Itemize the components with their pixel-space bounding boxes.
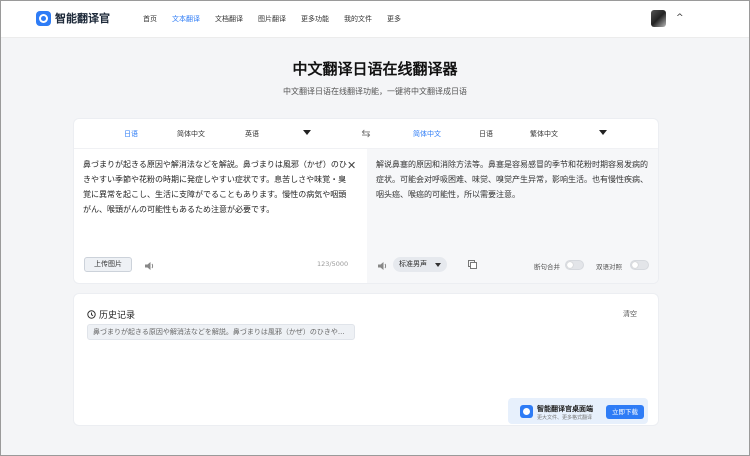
app-logo-icon	[520, 405, 533, 418]
upload-image-button[interactable]: 上传图片	[84, 257, 132, 272]
source-lang-dropdown-icon[interactable]	[303, 130, 311, 135]
translator-card: 日语 简体中文 英语 ⇆ 简体中文 日语 繁体中文 鼻づまりが起きる原因や解消法…	[73, 118, 659, 284]
page-subtitle: 中文翻译日语在线翻译功能，一键将中文翻译成日语	[283, 87, 467, 96]
language-bar: 日语 简体中文 英语 ⇆ 简体中文 日语 繁体中文	[74, 119, 658, 149]
avatar[interactable]	[651, 10, 666, 27]
page-title: 中文翻译日语在线翻译器	[292, 60, 458, 78]
clear-history-button[interactable]: 清空	[623, 309, 637, 319]
nav-item-home[interactable]: 首页	[143, 14, 157, 24]
history-header: 历史记录	[87, 308, 135, 321]
clock-icon	[87, 310, 96, 319]
chevron-up-icon[interactable]: ^	[676, 13, 684, 23]
source-text-input[interactable]: 鼻づまりが起きる原因や解消法などを解説。鼻づまりは風邪（かぜ）のひきやすい季節や…	[83, 157, 349, 217]
target-lang-traditional-chinese[interactable]: 繁体中文	[530, 129, 558, 139]
toggle-sentence-merge[interactable]	[565, 260, 584, 270]
char-count: 123/5000	[317, 260, 349, 268]
brand-name: 智能翻译官	[55, 12, 110, 25]
nav-item-doc-translate[interactable]: 文档翻译	[215, 14, 243, 24]
target-lang-dropdown-icon[interactable]	[599, 130, 607, 135]
toggle-bilingual[interactable]	[630, 260, 649, 270]
brand-logo[interactable]: 智能翻译官	[36, 10, 110, 26]
promo-title: 智能翻译官桌面端	[537, 405, 593, 413]
source-lang-simplified-chinese[interactable]: 简体中文	[177, 129, 205, 139]
nav-item-image-translate[interactable]: 图片翻译	[258, 14, 286, 24]
swap-arrows-icon[interactable]: ⇆	[359, 127, 373, 141]
nav-item-my-files[interactable]: 我的文件	[344, 14, 372, 24]
copy-icon[interactable]	[468, 260, 477, 269]
target-pane: 解说鼻塞的原因和消除方法等。鼻塞是容易感冒的季节和花粉时期容易发病的症状。可能会…	[367, 149, 658, 283]
chevron-down-icon	[435, 263, 441, 267]
history-title: 历史记录	[99, 311, 136, 321]
top-navbar: 智能翻译官 首页 文本翻译 文档翻译 图片翻译 更多功能 我的文件 更多 ^	[0, 0, 750, 38]
desktop-app-promo: 智能翻译官桌面端 更大文件、更多格式翻译 立即下载	[508, 398, 648, 424]
toggle-bilingual-label: 双语对照	[596, 263, 622, 271]
speaker-icon[interactable]	[144, 261, 155, 271]
translated-text: 解说鼻塞的原因和消除方法等。鼻塞是容易感冒的季节和花粉时期容易发病的症状。可能会…	[376, 160, 648, 199]
history-item[interactable]: 鼻づまりが起きる原因や解消法などを解説。鼻づまりは風邪（かぜ）のひきや...	[87, 324, 355, 340]
target-lang-japanese[interactable]: 日语	[479, 129, 493, 139]
nav-item-more-features[interactable]: 更多功能	[301, 14, 329, 24]
history-card: 历史记录 清空 鼻づまりが起きる原因や解消法などを解説。鼻づまりは風邪（かぜ）の…	[73, 293, 659, 426]
toggle-sentence-merge-label: 断句合并	[534, 263, 560, 271]
voice-select[interactable]: 标准男声	[393, 257, 447, 272]
download-button[interactable]: 立即下载	[606, 405, 644, 419]
source-lang-japanese[interactable]: 日语	[124, 129, 138, 139]
speaker-icon[interactable]	[377, 261, 388, 271]
nav-item-more[interactable]: 更多	[387, 14, 401, 24]
nav-item-text-translate[interactable]: 文本翻译	[172, 14, 200, 24]
logo-icon	[36, 10, 51, 26]
promo-subtitle: 更大文件、更多格式翻译	[537, 415, 593, 421]
main-nav: 首页 文本翻译 文档翻译 图片翻译 更多功能 我的文件 更多	[143, 14, 416, 24]
source-lang-english[interactable]: 英语	[245, 129, 259, 139]
close-icon[interactable]: ✕	[347, 159, 356, 172]
source-pane[interactable]: 鼻づまりが起きる原因や解消法などを解説。鼻づまりは風邪（かぜ）のひきやすい季節や…	[74, 149, 367, 283]
target-lang-simplified-chinese[interactable]: 简体中文	[413, 129, 441, 139]
voice-select-label: 标准男声	[399, 260, 427, 268]
